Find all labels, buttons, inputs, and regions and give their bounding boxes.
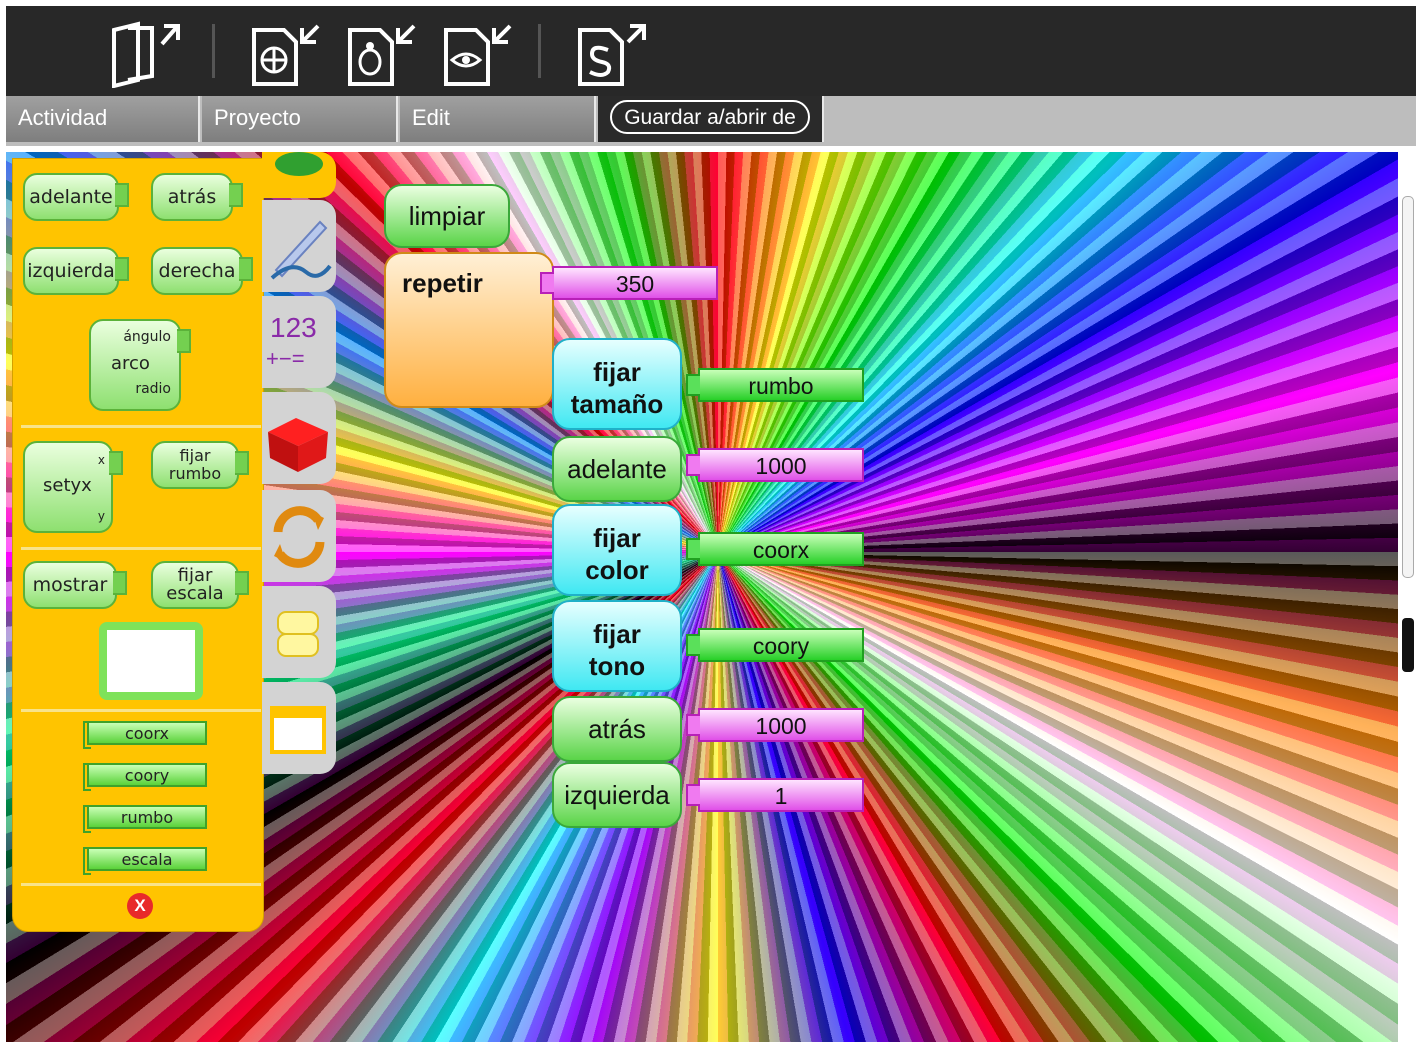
number-tab-label-top: 123 — [270, 312, 317, 343]
palette-xcor-block[interactable]: coorx — [83, 721, 207, 749]
eye-export-icon — [444, 24, 512, 86]
left-arg[interactable]: 1 — [686, 778, 864, 812]
tab-turtle[interactable] — [262, 152, 336, 198]
set-heading-label-2: rumbo — [168, 464, 222, 483]
scroll-s-icon — [578, 24, 646, 86]
number-tab-label-bottom: +−= — [266, 346, 305, 371]
tab-blocks[interactable] — [262, 586, 336, 678]
setxy-label: setyx — [43, 475, 92, 496]
palette-left-block[interactable]: izquierda — [23, 247, 129, 295]
forward-arg[interactable]: 1000 — [686, 448, 864, 482]
set-color-label-1: fijar — [593, 523, 641, 553]
menu-actividad[interactable]: Actividad — [6, 96, 200, 142]
palette-set-scale-block[interactable]: fijar escala — [151, 561, 249, 609]
set-color-block[interactable]: fijar color — [552, 504, 682, 596]
pen-icon — [270, 220, 332, 280]
tab-media[interactable] — [262, 682, 336, 774]
set-size-arg-heading[interactable]: rumbo — [686, 368, 864, 402]
tab-flow[interactable] — [262, 490, 336, 582]
set-size-block[interactable]: fijar tamaño — [552, 338, 682, 430]
main-toolbar — [6, 6, 1416, 96]
set-heading-label-1: fijar — [179, 446, 211, 465]
turtle-palette: adelante atrás izquierda derecha ángulo … — [12, 158, 264, 932]
share-web-button[interactable] — [246, 14, 322, 88]
scrollbar-thumb[interactable] — [1402, 618, 1414, 672]
refresh-icon — [273, 506, 325, 568]
tab-number[interactable]: 123 +−= — [262, 296, 336, 388]
set-size-label-2: tamaño — [570, 389, 664, 419]
palette-right-block[interactable]: derecha — [151, 247, 253, 295]
vertical-scrollbar[interactable] — [1402, 196, 1414, 578]
turtle-icon — [275, 152, 323, 176]
palette-forward-block[interactable]: adelante — [23, 173, 129, 221]
palette-show-block[interactable]: mostrar — [23, 561, 127, 609]
save-as-button[interactable] — [572, 14, 648, 88]
activity-toolbar-button[interactable] — [106, 14, 182, 89]
arc-radius-label: radio — [135, 381, 171, 397]
back-block[interactable]: atrás — [552, 696, 682, 762]
set-size-label-1: fijar — [593, 357, 641, 387]
palette-setxy-block[interactable]: setyx x y — [23, 441, 123, 533]
tab-pen[interactable] — [262, 200, 336, 292]
tab-boxes[interactable] — [262, 392, 336, 484]
set-scale-label-2: escala — [166, 583, 224, 604]
menu-edit[interactable]: Edit — [400, 96, 596, 142]
arc-label: arco — [111, 353, 150, 374]
set-color-label-2: color — [585, 555, 649, 585]
save-open-button[interactable]: Guardar a/abrir de — [610, 100, 810, 134]
palette-ycor-block[interactable]: coory — [83, 763, 207, 791]
repeat-block[interactable]: repetir — [384, 252, 554, 408]
set-shade-label-2: tono — [588, 651, 646, 681]
palette-back-block[interactable]: atrás — [151, 173, 243, 221]
clear-block[interactable]: limpiar — [384, 184, 510, 248]
setxy-y-label: y — [97, 509, 105, 523]
stack-icon — [277, 611, 319, 657]
web-export-icon — [252, 24, 320, 86]
set-shade-arg-ycor[interactable]: coory — [686, 628, 864, 662]
palette-divider — [21, 547, 261, 550]
app-window: Actividad Proyecto Edit Guardar a/abrir … — [6, 6, 1416, 1042]
palette-close-button[interactable]: X — [127, 893, 153, 919]
palette-divider — [21, 883, 261, 886]
palette-show-media-box[interactable] — [99, 622, 203, 700]
palette-set-heading-block[interactable]: fijar rumbo — [151, 441, 249, 489]
left-block[interactable]: izquierda — [552, 762, 682, 828]
palette-divider — [21, 425, 261, 428]
media-window-icon — [270, 706, 326, 754]
setxy-x-label: x — [97, 453, 105, 467]
set-shade-block[interactable]: fijar tono — [552, 600, 682, 692]
palette-heading-block[interactable]: rumbo — [83, 805, 207, 833]
toolbar-separator — [538, 24, 541, 78]
set-color-arg-xcor[interactable]: coorx — [686, 532, 864, 566]
expand-activity-icon — [112, 21, 180, 89]
repeat-count-arg[interactable]: 350 — [540, 266, 718, 300]
palette-scale-block[interactable]: escala — [83, 847, 207, 875]
toolbar-separator — [212, 24, 215, 78]
turtle-export-button[interactable] — [342, 14, 418, 88]
turtle-export-icon — [348, 24, 416, 86]
back-arg[interactable]: 1000 — [686, 708, 864, 742]
set-shade-label-1: fijar — [593, 619, 641, 649]
red-box-icon — [268, 418, 328, 472]
palette-arc-block[interactable]: ángulo arco radio — [89, 319, 191, 411]
view-button[interactable] — [438, 14, 514, 88]
forward-block[interactable]: adelante — [552, 436, 682, 502]
menu-proyecto[interactable]: Proyecto — [202, 96, 398, 142]
arc-angle-label: ángulo — [123, 329, 171, 345]
palette-divider — [21, 709, 261, 712]
